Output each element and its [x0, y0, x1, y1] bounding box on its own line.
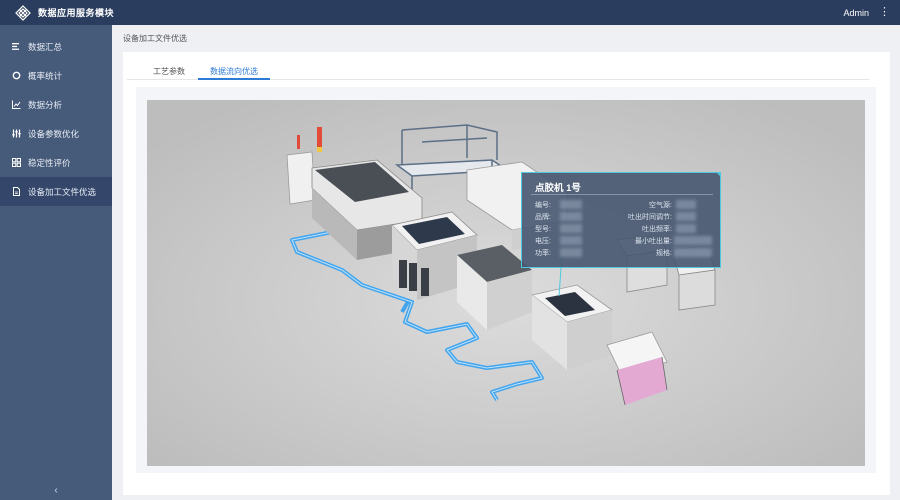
- field-label-air-source: 空气源:: [649, 202, 672, 209]
- sidebar-item-data-analysis[interactable]: 数据分析: [0, 90, 112, 119]
- sidebar-item-label: 概率统计: [28, 70, 63, 81]
- sidebar-item-data-summary[interactable]: 数据汇总: [0, 32, 112, 61]
- field-label-spec: 规格:: [656, 250, 672, 257]
- device-info-popup: 点胶机 1号 编号: 品牌: 型号: 电压: 功率: 空气源: 吐出时间调节: …: [521, 172, 721, 268]
- user-name[interactable]: Admin: [843, 8, 869, 18]
- field-label-id: 编号:: [535, 202, 551, 209]
- sidebar-item-param-optimize[interactable]: 设备参数优化: [0, 119, 112, 148]
- field-label-min-volume: 最小吐出量:: [635, 238, 672, 245]
- line-chart-icon: [12, 100, 21, 109]
- sliders-icon: [12, 129, 21, 138]
- field-label-brand: 品牌:: [535, 214, 551, 221]
- redacted-value: [560, 224, 582, 233]
- redacted-value: [674, 236, 712, 245]
- popup-title: 点胶机 1号: [535, 183, 581, 194]
- sidebar-item-label: 数据汇总: [28, 41, 63, 52]
- redacted-value: [560, 200, 582, 209]
- sidebar-item-probability-stats[interactable]: 概率统计: [0, 61, 112, 90]
- main-content: 设备加工文件优选 工艺参数 数据流向优选 点胶机 1号 编号: 品牌: 型号: …: [112, 25, 900, 500]
- field-label-model: 型号:: [535, 226, 551, 233]
- field-label-dispense-time: 吐出时间调节:: [628, 214, 672, 221]
- sidebar: 数据汇总 概率统计 数据分析 设备参数优化 稳定性评价 设备加工文件优选 ‹: [0, 25, 112, 500]
- redacted-value: [674, 248, 712, 257]
- sidebar-item-stability-eval[interactable]: 稳定性评价: [0, 148, 112, 177]
- production-line-scene[interactable]: 点胶机 1号 编号: 品牌: 型号: 电压: 功率: 空气源: 吐出时间调节: …: [147, 100, 865, 466]
- sidebar-item-label: 稳定性评价: [28, 157, 71, 168]
- list-icon: [12, 42, 21, 51]
- sidebar-item-label: 设备加工文件优选: [28, 186, 97, 197]
- app-title: 数据应用服务模块: [38, 8, 115, 18]
- ring-icon: [12, 71, 21, 80]
- popup-corner-icon: [716, 172, 721, 177]
- tab-bar: 工艺参数 数据流向优选: [127, 66, 869, 80]
- redacted-value: [560, 248, 582, 257]
- signal-tower-right: [297, 135, 300, 149]
- tab-process-params[interactable]: 工艺参数: [139, 66, 199, 80]
- redacted-value: [676, 212, 696, 221]
- field-label-dispense-freq: 吐出频率:: [642, 226, 672, 233]
- redacted-value: [560, 236, 582, 245]
- field-label-power: 功率:: [535, 250, 551, 257]
- top-bar: 数据应用服务模块 Admin ⋮: [0, 0, 900, 25]
- more-menu-icon[interactable]: ⋮: [879, 7, 890, 18]
- signal-tower-left: [317, 127, 322, 152]
- file-icon: [12, 187, 21, 196]
- redacted-value: [676, 200, 696, 209]
- redacted-value: [676, 224, 696, 233]
- sidebar-item-label: 数据分析: [28, 99, 63, 110]
- tab-data-flow[interactable]: 数据流向优选: [198, 66, 270, 80]
- grid-icon: [12, 158, 21, 167]
- sidebar-item-file-optimize[interactable]: 设备加工文件优选: [0, 177, 112, 206]
- field-label-voltage: 电压:: [535, 238, 551, 245]
- sidebar-item-label: 设备参数优化: [28, 128, 80, 139]
- scene-viewer: 点胶机 1号 编号: 品牌: 型号: 电压: 功率: 空气源: 吐出时间调节: …: [136, 87, 876, 473]
- collapse-sidebar-icon[interactable]: ‹: [0, 485, 112, 496]
- breadcrumb: 设备加工文件优选: [123, 34, 187, 43]
- redacted-value: [560, 212, 582, 221]
- app-logo-icon: [14, 4, 32, 22]
